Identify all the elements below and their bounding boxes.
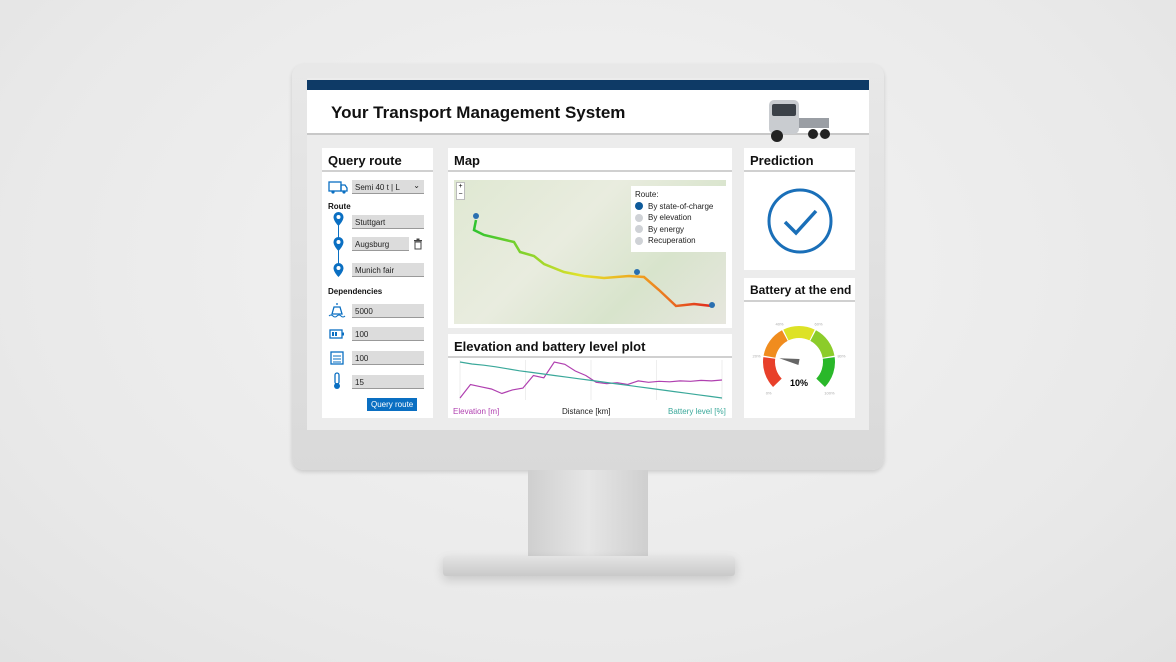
brand-bar — [307, 80, 869, 90]
panel-title: Prediction — [744, 148, 855, 172]
screen: Your Transport Management System Query r… — [307, 78, 869, 430]
monitor-base — [443, 556, 735, 576]
gauge-segment — [810, 330, 835, 358]
map-view[interactable]: + − Route: By state-of-charge By elevati… — [454, 180, 726, 324]
option-label: By state-of-charge — [648, 201, 714, 211]
distance-axis-label: Distance [km] — [562, 407, 611, 416]
route-option-recuperation[interactable]: Recuperation — [635, 235, 723, 247]
elevation-plot-panel: Elevation and battery level plot Elevati… — [448, 334, 732, 418]
calendar-icon — [330, 351, 344, 365]
gauge-tick-label: 80% — [837, 353, 845, 358]
gauge-tick-label: 0% — [766, 390, 772, 395]
legend-title: Route: — [635, 190, 659, 200]
truck-icon — [328, 181, 348, 194]
route-option-soc[interactable]: By state-of-charge — [635, 201, 723, 213]
panel-title: Elevation and battery level plot — [448, 334, 732, 358]
panel-title: Map — [448, 148, 732, 172]
battery-panel: Battery at the end 0% 20% 40% 60% 80% 100% 10… — [744, 278, 855, 418]
battery-axis-label: Battery level [%] — [668, 407, 726, 416]
gauge-tick-label: 40% — [775, 322, 783, 327]
stop-field-destination[interactable]: Munich fair — [352, 263, 424, 277]
gauge-tick-label: 60% — [815, 322, 823, 327]
gauge-needle — [779, 358, 800, 365]
radio-selected — [635, 202, 643, 211]
battery-value: 10% — [790, 378, 809, 388]
chevron-down-icon: ⌄ — [413, 181, 420, 190]
stop-field-start[interactable]: Stuttgart — [352, 215, 424, 229]
panel-title: Battery at the end — [744, 278, 855, 302]
app-header: Your Transport Management System — [307, 90, 869, 142]
vehicle-value: Semi 40 t | L — [355, 183, 400, 192]
location-pin-icon — [333, 263, 344, 277]
location-pin-icon — [333, 237, 344, 251]
elevation-axis-label: Elevation [m] — [453, 407, 500, 416]
thermometer-icon — [334, 372, 340, 389]
option-label: Recuperation — [648, 236, 696, 246]
route-legend: Route: By state-of-charge By elevation B… — [631, 186, 726, 252]
trash-icon[interactable] — [413, 238, 423, 250]
battery-icon — [329, 329, 344, 339]
option-label: By energy — [648, 224, 685, 234]
route-option-elevation[interactable]: By elevation — [635, 212, 723, 224]
prediction-panel: Prediction — [744, 148, 855, 270]
route-label: Route — [328, 202, 351, 211]
radio — [635, 236, 643, 245]
panel-title: Query route — [322, 148, 433, 172]
gauge-segment — [763, 357, 782, 387]
battery-gauge: 0% 20% 40% 60% 80% 100% — [753, 322, 846, 396]
gauge-segment — [763, 330, 788, 358]
gauge-segment — [783, 326, 815, 341]
temperature-field[interactable]: 15 — [352, 375, 424, 389]
app-title: Your Transport Management System — [331, 103, 626, 122]
check-circle-icon — [767, 188, 833, 254]
option-label: By elevation — [648, 213, 692, 223]
route-option-energy[interactable]: By energy — [635, 224, 723, 236]
zoom-control[interactable]: + − — [456, 182, 465, 200]
monitor-stand — [528, 470, 648, 560]
zoom-out-button[interactable]: − — [457, 191, 464, 199]
dependencies-label: Dependencies — [328, 287, 383, 296]
gauge-segment — [816, 357, 835, 387]
query-route-button[interactable]: Query route — [367, 398, 418, 411]
truck-icon — [769, 100, 830, 142]
map-panel: Map + − Route: By state-of-charge By ele… — [448, 148, 732, 328]
calendar-field[interactable]: 100 — [352, 351, 424, 365]
weight-icon — [328, 303, 346, 318]
elevation-battery-chart — [459, 360, 723, 400]
gauge-tick-label: 100% — [824, 390, 835, 395]
stop-field-via[interactable]: Augsburg — [352, 237, 409, 251]
radio — [635, 225, 643, 234]
battery-field[interactable]: 100 — [352, 327, 424, 341]
vehicle-select[interactable]: Semi 40 t | L ⌄ — [352, 180, 424, 194]
location-pin-icon — [333, 212, 344, 226]
radio — [635, 213, 643, 222]
zoom-in-button[interactable]: + — [457, 183, 464, 191]
weight-field[interactable]: 5000 — [352, 304, 424, 318]
query-route-panel: Query route Semi 40 t | L ⌄ Route Stuttga… — [322, 148, 433, 418]
gauge-tick-label: 20% — [753, 353, 761, 358]
